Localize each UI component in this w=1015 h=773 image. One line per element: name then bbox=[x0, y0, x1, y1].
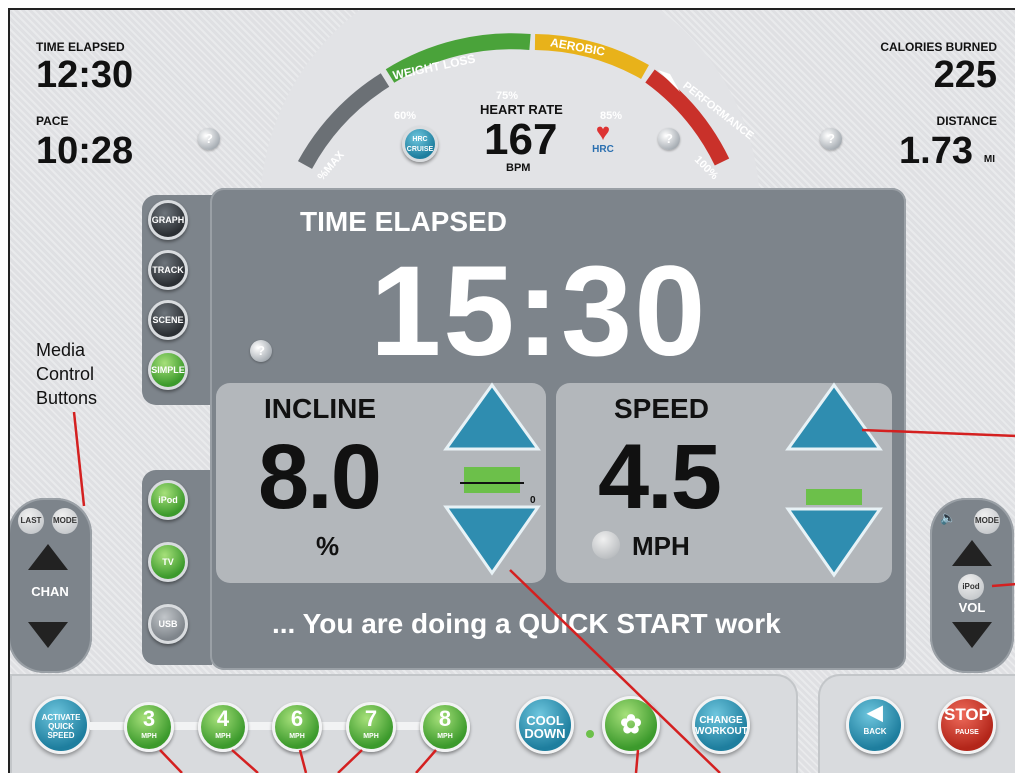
incline-down-leader bbox=[509, 569, 721, 773]
speed8-leader bbox=[415, 749, 437, 773]
annotation-lines bbox=[72, 411, 1015, 773]
media-control-leader bbox=[72, 411, 86, 507]
speed6-leader bbox=[298, 749, 308, 773]
speed7-leader bbox=[337, 749, 363, 773]
volume-leader bbox=[991, 582, 1015, 588]
speed3-leader bbox=[159, 749, 183, 773]
treadmill-console: TIME ELAPSED 12:30 PACE 10:28 ? CALORIES… bbox=[8, 8, 1015, 773]
fan-leader bbox=[634, 749, 640, 773]
speed4-leader bbox=[231, 749, 259, 773]
speed-up-leader bbox=[861, 428, 1015, 438]
